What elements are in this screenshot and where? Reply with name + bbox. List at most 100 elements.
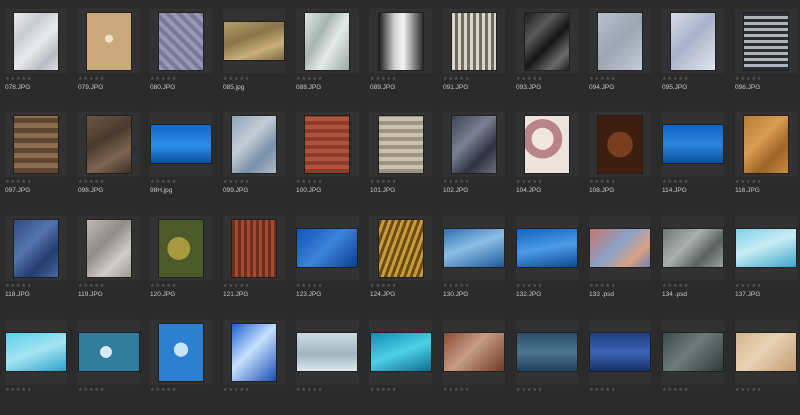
thumbnail-item[interactable]: ★★★★★ [295, 319, 359, 415]
star-rating[interactable]: ★★★★★ [150, 179, 177, 185]
thumbnail-item[interactable]: ★★★★★ [515, 319, 579, 415]
thumbnail-frame[interactable] [149, 8, 213, 74]
thumbnail-frame[interactable] [588, 215, 652, 281]
star-rating[interactable]: ★★★★★ [662, 76, 689, 82]
thumbnail-image[interactable] [736, 333, 796, 371]
thumbnail-frame[interactable] [661, 8, 725, 74]
thumbnail-item[interactable]: ★★★★★ 108.JPG [588, 111, 652, 207]
star-rating[interactable]: ★★★★★ [223, 283, 250, 289]
thumbnail-item[interactable]: ★★★★★ 102.JPG [442, 111, 506, 207]
star-rating[interactable]: ★★★★★ [223, 76, 250, 82]
thumbnail-image[interactable] [517, 229, 577, 267]
thumbnail-item[interactable]: ★★★★★ 121.JPG [222, 215, 286, 311]
star-rating[interactable]: ★★★★★ [516, 387, 543, 393]
thumbnail-item[interactable]: ★★★★★ 124.JPG [369, 215, 433, 311]
thumbnail-image[interactable] [590, 229, 650, 267]
star-rating[interactable]: ★★★★★ [370, 179, 397, 185]
thumbnail-item[interactable]: ★★★★★ 134 .psd [661, 215, 725, 311]
thumbnail-image[interactable] [663, 229, 723, 267]
thumbnail-item[interactable]: ★★★★★ [4, 319, 68, 415]
thumbnail-item[interactable]: ★★★★★ 101.JPG [369, 111, 433, 207]
thumbnail-frame[interactable] [77, 111, 141, 177]
star-rating[interactable]: ★★★★★ [78, 387, 105, 393]
thumbnail-frame[interactable] [295, 215, 359, 281]
star-rating[interactable]: ★★★★★ [735, 76, 762, 82]
star-rating[interactable]: ★★★★★ [735, 283, 762, 289]
thumbnail-frame[interactable] [77, 319, 141, 385]
thumbnail-item[interactable]: ★★★★★ [661, 319, 725, 415]
thumbnail-image[interactable] [525, 13, 569, 70]
thumbnail-image[interactable] [744, 116, 788, 173]
thumbnail-item[interactable]: ★★★★★ 130.JPG [442, 215, 506, 311]
thumbnail-image[interactable] [87, 220, 131, 277]
thumbnail-item[interactable]: ★★★★★ 099.JPG [222, 111, 286, 207]
thumbnail-image[interactable] [379, 13, 423, 70]
thumbnail-image[interactable] [663, 333, 723, 371]
thumbnail-frame[interactable] [4, 319, 68, 385]
thumbnail-item[interactable]: ★★★★★ 079.JPG [77, 8, 141, 104]
thumbnail-image[interactable] [6, 333, 66, 371]
thumbnail-item[interactable]: ★★★★★ 097.JPG [4, 111, 68, 207]
star-rating[interactable]: ★★★★★ [589, 76, 616, 82]
thumbnail-image[interactable] [232, 116, 276, 173]
thumbnail-frame[interactable] [734, 215, 798, 281]
star-rating[interactable]: ★★★★★ [296, 76, 323, 82]
thumbnail-item[interactable]: ★★★★★ 089.JPG [369, 8, 433, 104]
thumbnail-frame[interactable] [661, 215, 725, 281]
star-rating[interactable]: ★★★★★ [662, 387, 689, 393]
thumbnail-image[interactable] [151, 125, 211, 163]
thumbnail-frame[interactable] [222, 8, 286, 74]
thumbnail-item[interactable]: ★★★★★ [222, 319, 286, 415]
thumbnail-frame[interactable] [442, 111, 506, 177]
thumbnail-frame[interactable] [734, 8, 798, 74]
thumbnail-frame[interactable] [515, 319, 579, 385]
thumbnail-image[interactable] [452, 13, 496, 70]
thumbnail-frame[interactable] [149, 111, 213, 177]
star-rating[interactable]: ★★★★★ [370, 76, 397, 82]
thumbnail-item[interactable]: ★★★★★ 120.JPG [149, 215, 213, 311]
thumbnail-frame[interactable] [515, 215, 579, 281]
thumbnail-frame[interactable] [588, 319, 652, 385]
thumbnail-frame[interactable] [442, 319, 506, 385]
thumbnail-frame[interactable] [295, 319, 359, 385]
thumbnail-frame[interactable] [295, 8, 359, 74]
thumbnail-frame[interactable] [4, 215, 68, 281]
star-rating[interactable]: ★★★★★ [78, 179, 105, 185]
thumbnail-image[interactable] [663, 125, 723, 163]
thumbnail-item[interactable]: ★★★★★ 088.JPG [295, 8, 359, 104]
star-rating[interactable]: ★★★★★ [516, 76, 543, 82]
thumbnail-image[interactable] [87, 116, 131, 173]
thumbnail-image[interactable] [379, 116, 423, 173]
star-rating[interactable]: ★★★★★ [296, 283, 323, 289]
thumbnail-image[interactable] [598, 13, 642, 70]
thumbnail-item[interactable]: ★★★★★ 100.JPG [295, 111, 359, 207]
star-rating[interactable]: ★★★★★ [662, 283, 689, 289]
star-rating[interactable]: ★★★★★ [296, 387, 323, 393]
star-rating[interactable]: ★★★★★ [370, 387, 397, 393]
thumbnail-image[interactable] [14, 220, 58, 277]
thumbnail-item[interactable]: ★★★★★ [149, 319, 213, 415]
thumbnail-image[interactable] [159, 324, 203, 381]
star-rating[interactable]: ★★★★★ [516, 179, 543, 185]
thumbnail-image[interactable] [598, 116, 642, 173]
thumbnail-frame[interactable] [77, 8, 141, 74]
thumbnail-frame[interactable] [222, 111, 286, 177]
thumbnail-image[interactable] [517, 333, 577, 371]
thumbnail-item[interactable]: ★★★★★ [734, 319, 798, 415]
star-rating[interactable]: ★★★★★ [150, 387, 177, 393]
thumbnail-image[interactable] [305, 116, 349, 173]
thumbnail-frame[interactable] [588, 111, 652, 177]
thumbnail-image[interactable] [744, 13, 788, 70]
star-rating[interactable]: ★★★★★ [150, 76, 177, 82]
thumbnail-image[interactable] [452, 116, 496, 173]
thumbnail-item[interactable]: ★★★★★ 095.JPG [661, 8, 725, 104]
star-rating[interactable]: ★★★★★ [5, 179, 32, 185]
thumbnail-frame[interactable] [442, 215, 506, 281]
thumbnail-frame[interactable] [661, 319, 725, 385]
thumbnail-image[interactable] [232, 324, 276, 381]
thumbnail-image[interactable] [736, 229, 796, 267]
thumbnail-image[interactable] [444, 333, 504, 371]
thumbnail-image[interactable] [379, 220, 423, 277]
star-rating[interactable]: ★★★★★ [78, 76, 105, 82]
thumbnail-item[interactable]: ★★★★★ 137.JPG [734, 215, 798, 311]
